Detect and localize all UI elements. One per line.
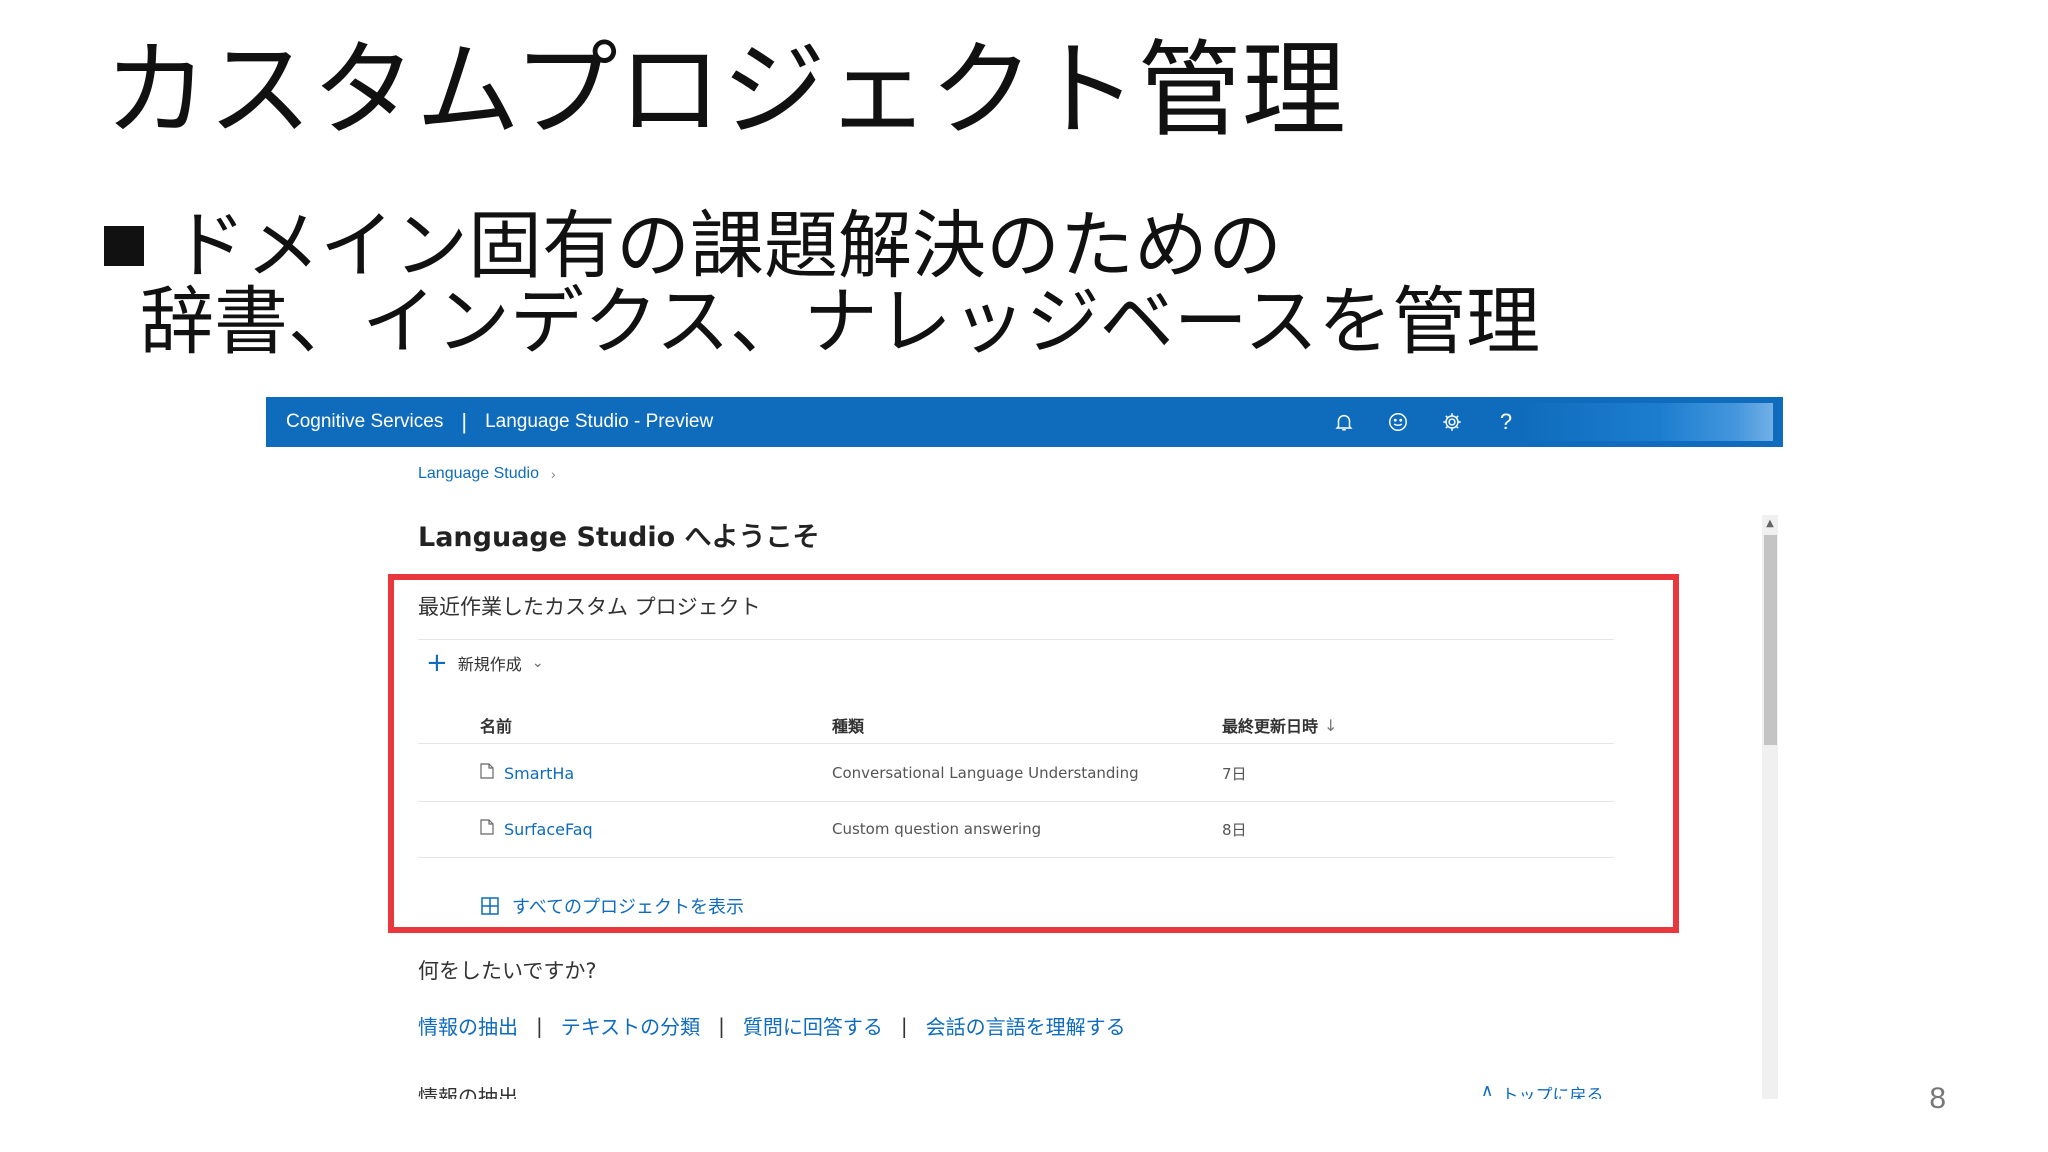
chevron-up-icon: ∧ [1481,1081,1494,1099]
column-header-name[interactable]: 名前 [480,713,512,737]
bullet-square-icon [104,226,144,266]
help-icon[interactable]: ? [1495,409,1517,434]
breadcrumb-item-language-studio[interactable]: Language Studio [418,465,539,483]
column-header-updated[interactable]: 最終更新日時 ↓ [1222,713,1337,737]
plus-icon: + [426,648,448,678]
brand-link[interactable]: Cognitive Services [286,411,443,433]
new-project-button[interactable]: + 新規作成 ⌄ [426,648,544,678]
quick-links: 情報の抽出 | テキストの分類 | 質問に回答する | 会話の言語を理解する [418,1011,1126,1040]
divider [418,743,1614,744]
scroll-up-arrow-icon[interactable]: ▲ [1762,515,1778,531]
divider [418,801,1614,802]
app-name-link[interactable]: Language Studio - Preview [485,411,713,433]
bullet-line: ドメイン固有の課題解決のための [104,208,1540,284]
chevron-down-icon: ⌄ [531,655,544,671]
row-type-cell: Custom question answering [832,820,1042,838]
page-number: 8 [1929,1082,1946,1115]
sort-descending-icon: ↓ [1324,715,1338,735]
bullet-block: ドメイン固有の課題解決のための 辞書、インデクス、ナレッジベースを管理 [104,208,1540,360]
divider [418,857,1614,858]
row-updated-cell: 8日 [1222,820,1247,839]
new-project-label: 新規作成 [457,655,522,674]
page-title: Language Studio へようこそ [418,522,820,553]
chevron-right-icon: › [551,466,556,482]
table-row[interactable]: SmartHa Conversational Language Understa… [418,747,1614,799]
question-heading: 何をしたいですか? [418,959,597,983]
bullet-text-line2: 辞書、インデクス、ナレッジベースを管理 [140,279,1541,365]
top-bar-fade [1523,403,1773,441]
table-row[interactable]: SurfaceFaq Custom question answering 8日 [418,803,1614,855]
slide: カスタムプロジェクト管理 ドメイン固有の課題解決のための 辞書、インデクス、ナレ… [0,0,2048,1152]
document-icon [480,763,494,783]
bullet-text-line1: ドメイン固有の課題解決のための [172,203,1282,289]
row-name-cell: SurfaceFaq [480,819,593,839]
project-link[interactable]: SurfaceFaq [504,820,593,839]
column-header-type[interactable]: 種類 [832,713,864,737]
row-name-cell: SmartHa [480,763,574,783]
quick-link-conversation[interactable]: 会話の言語を理解する [926,1011,1126,1040]
table-header: 名前 種類 最終更新日時 ↓ [418,707,1614,743]
divider [418,639,1614,640]
quick-link-classify[interactable]: テキストの分類 [561,1011,700,1040]
slide-title: カスタムプロジェクト管理 [104,29,1346,151]
gear-icon[interactable] [1441,411,1463,433]
section-heading: 情報の抽出 [418,1085,518,1099]
quick-link-answer[interactable]: 質問に回答する [743,1011,883,1040]
scrollbar-thumb[interactable] [1764,535,1777,745]
breadcrumb: Language Studio › [418,465,556,483]
bell-icon[interactable] [1333,411,1355,433]
quick-link-separator: | [536,1013,543,1038]
recent-projects-heading: 最近作業したカスタム プロジェクト [418,595,761,619]
quick-link-separator: | [718,1013,725,1038]
quick-link-separator: | [900,1013,908,1038]
column-header-updated-label: 最終更新日時 [1222,717,1319,736]
top-bar-icons: ? [1333,397,1517,447]
back-to-top-link[interactable]: ∧ トップに戻る [1481,1081,1603,1099]
project-link[interactable]: SmartHa [504,764,574,783]
row-type-cell: Conversational Language Understanding [832,764,1139,782]
document-icon [480,819,494,839]
language-studio-screenshot: Cognitive Services | Language Studio - P… [266,397,1783,1099]
view-all-projects-link[interactable]: すべてのプロジェクトを表示 [480,893,744,919]
row-updated-cell: 7日 [1222,764,1247,783]
quick-link-extract[interactable]: 情報の抽出 [418,1011,518,1040]
back-to-top-label: トップに戻る [1501,1086,1604,1099]
view-all-projects-label: すべてのプロジェクトを表示 [512,897,745,918]
grid-icon [481,897,499,915]
smiley-icon[interactable] [1387,411,1409,433]
top-bar: Cognitive Services | Language Studio - P… [266,397,1783,447]
top-bar-separator: | [461,409,468,434]
